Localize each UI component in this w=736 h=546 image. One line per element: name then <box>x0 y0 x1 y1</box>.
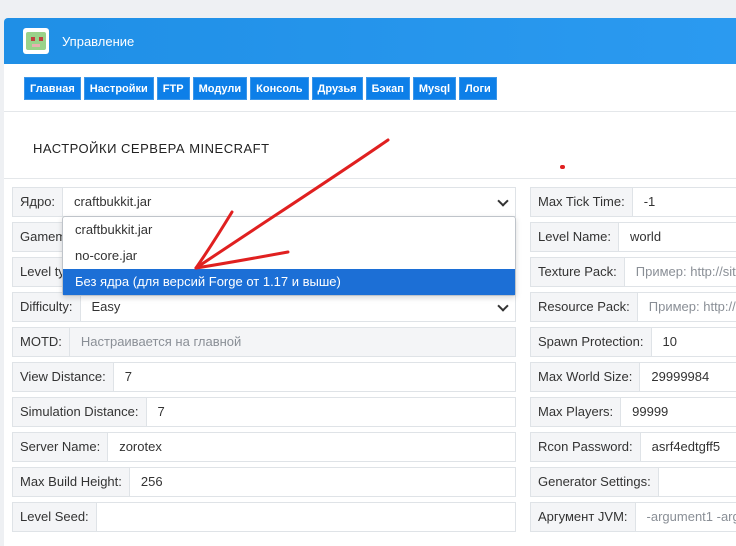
app-title: Управление <box>62 33 135 49</box>
generator-settings-label: Generator Settings: <box>531 468 659 496</box>
resource-pack-label: Resource Pack: <box>531 293 638 321</box>
max-build-height-label: Max Build Height: <box>13 468 130 496</box>
motd-label: MOTD: <box>13 328 70 356</box>
max-players-label: Max Players: <box>531 398 622 426</box>
generator-settings-field[interactable]: Generator Settings: <box>530 467 736 497</box>
app-logo-icon <box>23 28 49 54</box>
view-distance-label: View Distance: <box>13 363 114 391</box>
motd-value: Настраивается на главной <box>69 328 515 356</box>
divider <box>4 111 736 112</box>
annotation-dot <box>560 165 565 169</box>
max-tick-time-input[interactable]: -1 <box>633 188 736 216</box>
simulation-distance-label: Simulation Distance: <box>13 398 147 426</box>
tab-backup[interactable]: Бэкап <box>365 77 410 100</box>
tab-mysql[interactable]: Mysql <box>412 77 457 100</box>
generator-settings-input[interactable] <box>659 468 736 496</box>
server-name-field[interactable]: Server Name: zorotex <box>12 432 516 462</box>
max-world-size-input[interactable]: 29999984 <box>640 363 736 391</box>
dropdown-option-highlighted[interactable]: Без ядра (для версий Forge от 1.17 и выш… <box>63 269 515 295</box>
app-header: Управление <box>4 18 736 64</box>
jvm-args-label: Аргумент JVM: <box>531 503 636 531</box>
view-distance-input[interactable]: 7 <box>114 363 515 391</box>
server-name-label: Server Name: <box>13 433 109 461</box>
tab-console[interactable]: Консоль <box>250 77 309 100</box>
tab-settings[interactable]: Настройки <box>83 77 154 100</box>
page-title: НАСТРОЙКИ СЕРВЕРА MINECRAFT <box>33 141 270 156</box>
difficulty-select[interactable]: Difficulty: Easy <box>12 292 516 322</box>
level-name-field[interactable]: Level Name: world <box>530 222 736 252</box>
rcon-password-label: Rcon Password: <box>531 433 641 461</box>
level-name-input[interactable]: world <box>619 223 736 251</box>
view-distance-field[interactable]: View Distance: 7 <box>12 362 516 392</box>
dropdown-option[interactable]: craftbukkit.jar <box>63 217 515 243</box>
difficulty-label: Difficulty: <box>13 293 81 321</box>
spawn-protection-label: Spawn Protection: <box>531 328 652 356</box>
level-seed-label: Level Seed: <box>13 503 97 531</box>
simulation-distance-input[interactable]: 7 <box>147 398 516 426</box>
simulation-distance-field[interactable]: Simulation Distance: 7 <box>12 397 516 427</box>
spawn-protection-field[interactable]: Spawn Protection: 10 <box>530 327 736 357</box>
level-seed-field[interactable]: Level Seed: <box>12 502 516 532</box>
texture-pack-input[interactable]: Пример: http://site <box>625 258 736 286</box>
level-seed-input[interactable] <box>97 503 515 531</box>
core-label: Ядро: <box>13 188 64 216</box>
max-tick-time-label: Max Tick Time: <box>531 188 633 216</box>
max-build-height-field[interactable]: Max Build Height: 256 <box>12 467 516 497</box>
dropdown-option[interactable]: no-core.jar <box>63 243 515 269</box>
motd-field: MOTD: Настраивается на главной <box>12 327 516 357</box>
difficulty-value[interactable]: Easy <box>81 293 516 321</box>
max-tick-time-field[interactable]: Max Tick Time: -1 <box>530 187 736 217</box>
max-world-size-label: Max World Size: <box>531 363 641 391</box>
rcon-password-input[interactable]: asrf4edtgff5 <box>641 433 736 461</box>
max-players-field[interactable]: Max Players: 99999 <box>530 397 736 427</box>
resource-pack-input[interactable]: Пример: http:// <box>638 293 736 321</box>
core-value[interactable]: craftbukkit.jar <box>63 188 515 216</box>
resource-pack-field[interactable]: Resource Pack: Пример: http:// <box>530 292 736 322</box>
tab-home[interactable]: Главная <box>24 77 81 100</box>
rcon-password-field[interactable]: Rcon Password: asrf4edtgff5 <box>530 432 736 462</box>
nav-tabs: Главная Настройки FTP Модули Консоль Дру… <box>24 77 497 100</box>
jvm-args-input[interactable]: -argument1 -arg <box>636 503 736 531</box>
max-world-size-field[interactable]: Max World Size: 29999984 <box>530 362 736 392</box>
server-name-input[interactable]: zorotex <box>108 433 515 461</box>
core-select[interactable]: Ядро: craftbukkit.jar <box>12 187 516 217</box>
max-build-height-input[interactable]: 256 <box>130 468 515 496</box>
divider <box>4 178 736 179</box>
tab-friends[interactable]: Друзья <box>311 77 363 100</box>
jvm-args-field[interactable]: Аргумент JVM: -argument1 -arg <box>530 502 736 532</box>
spawn-protection-input[interactable]: 10 <box>652 328 736 356</box>
texture-pack-label: Texture Pack: <box>531 258 625 286</box>
tab-ftp[interactable]: FTP <box>156 77 190 100</box>
level-name-label: Level Name: <box>531 223 619 251</box>
max-players-input[interactable]: 99999 <box>621 398 736 426</box>
core-dropdown-menu: craftbukkit.jar no-core.jar Без ядра (дл… <box>62 216 516 296</box>
tab-modules[interactable]: Модули <box>192 77 248 100</box>
texture-pack-field[interactable]: Texture Pack: Пример: http://site <box>530 257 736 287</box>
tab-logs[interactable]: Логи <box>459 77 497 100</box>
